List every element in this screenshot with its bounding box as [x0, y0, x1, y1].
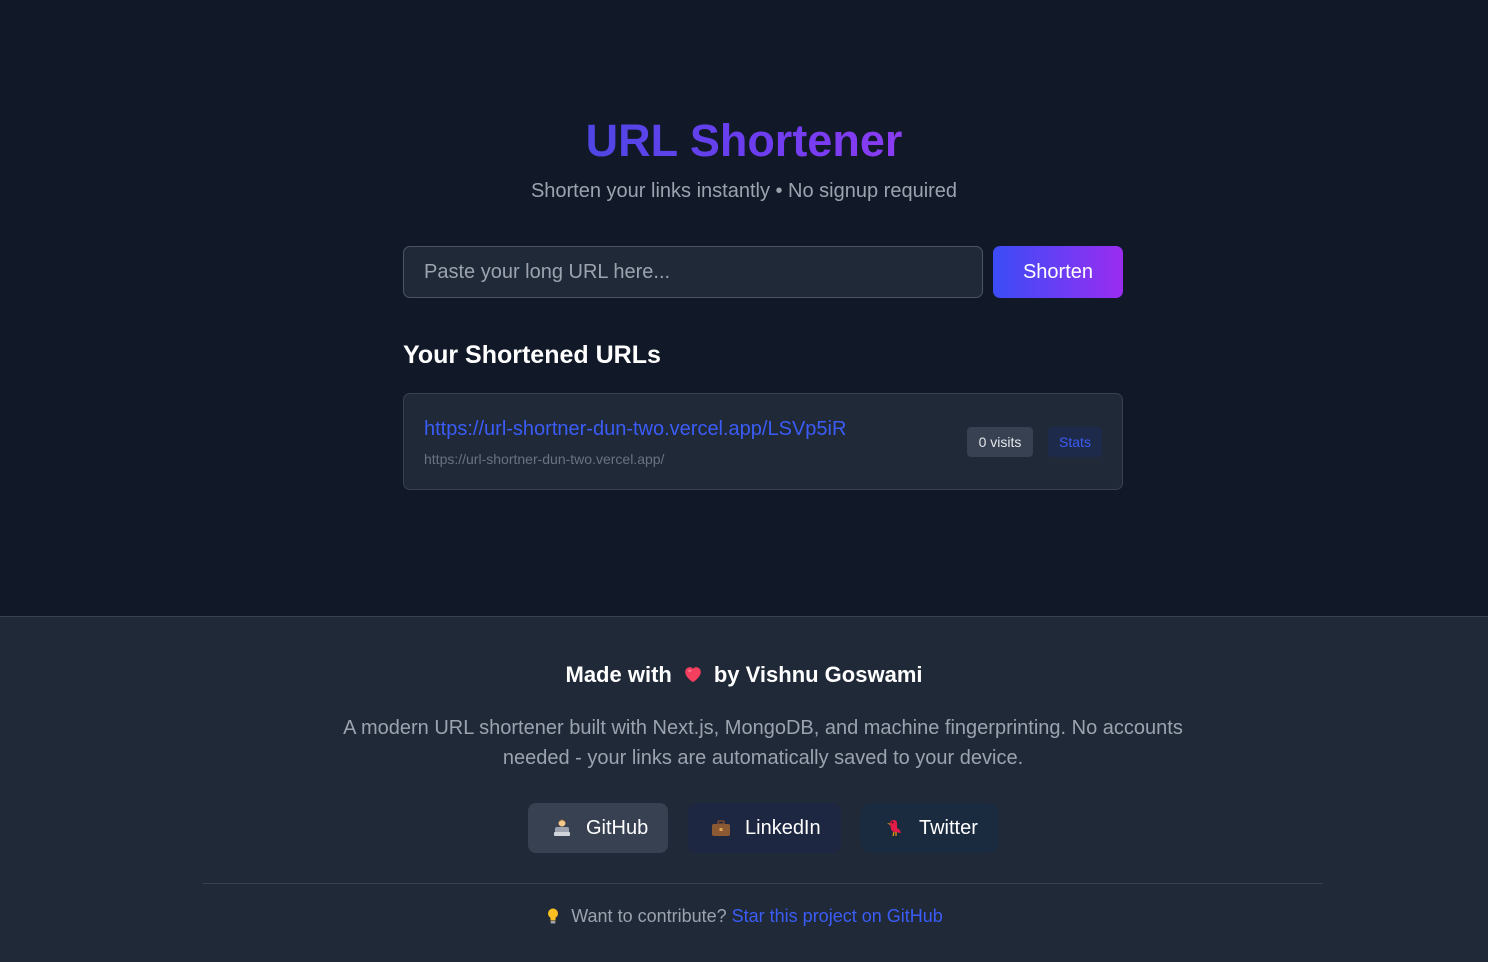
bird-icon [887, 820, 901, 837]
visits-badge: 0 visits [967, 427, 1033, 457]
twitter-label: Twitter [919, 817, 978, 839]
developer-icon [554, 819, 570, 836]
briefcase-icon [712, 820, 730, 836]
url-input[interactable] [403, 246, 983, 298]
linkedin-button[interactable]: LinkedIn [688, 803, 841, 853]
shortened-url-card: https://url-shortner-dun-two.vercel.app/… [403, 393, 1123, 490]
made-with-prefix: Made with [565, 662, 672, 687]
shortened-urls-heading: Your Shortened URLs [403, 341, 661, 369]
contribute-text: Want to contribute? [571, 906, 727, 926]
made-with-credit: Made with by Vishnu Goswami [0, 661, 1488, 689]
shorten-button[interactable]: Shorten [993, 246, 1123, 298]
star-on-github-link[interactable]: Star this project on GitHub [732, 906, 943, 926]
made-with-suffix: by Vishnu Goswami [713, 662, 923, 687]
footer: Made with by Vishnu Goswami A modern URL … [0, 616, 1488, 962]
linkedin-label: LinkedIn [745, 817, 821, 839]
short-url-link[interactable]: https://url-shortner-dun-two.vercel.app/… [424, 417, 846, 441]
page-title: URL Shortener [585, 115, 903, 166]
heart-icon [685, 667, 701, 683]
stats-button[interactable]: Stats [1048, 427, 1102, 457]
page-subtitle: Shorten your links instantly • No signup… [530, 180, 958, 202]
footer-description: A modern URL shortener built with Next.j… [343, 717, 1183, 769]
footer-divider [203, 883, 1323, 884]
main-section: URL Shortener Shorten your links instant… [0, 0, 1488, 616]
github-button[interactable]: GitHub [528, 803, 668, 853]
lightbulb-icon [548, 908, 559, 924]
contribute-line: Want to contribute? Star this project on… [0, 904, 1488, 928]
original-url: https://url-shortner-dun-two.vercel.app/ [424, 451, 665, 467]
twitter-button[interactable]: Twitter [861, 803, 998, 853]
github-label: GitHub [586, 817, 649, 839]
